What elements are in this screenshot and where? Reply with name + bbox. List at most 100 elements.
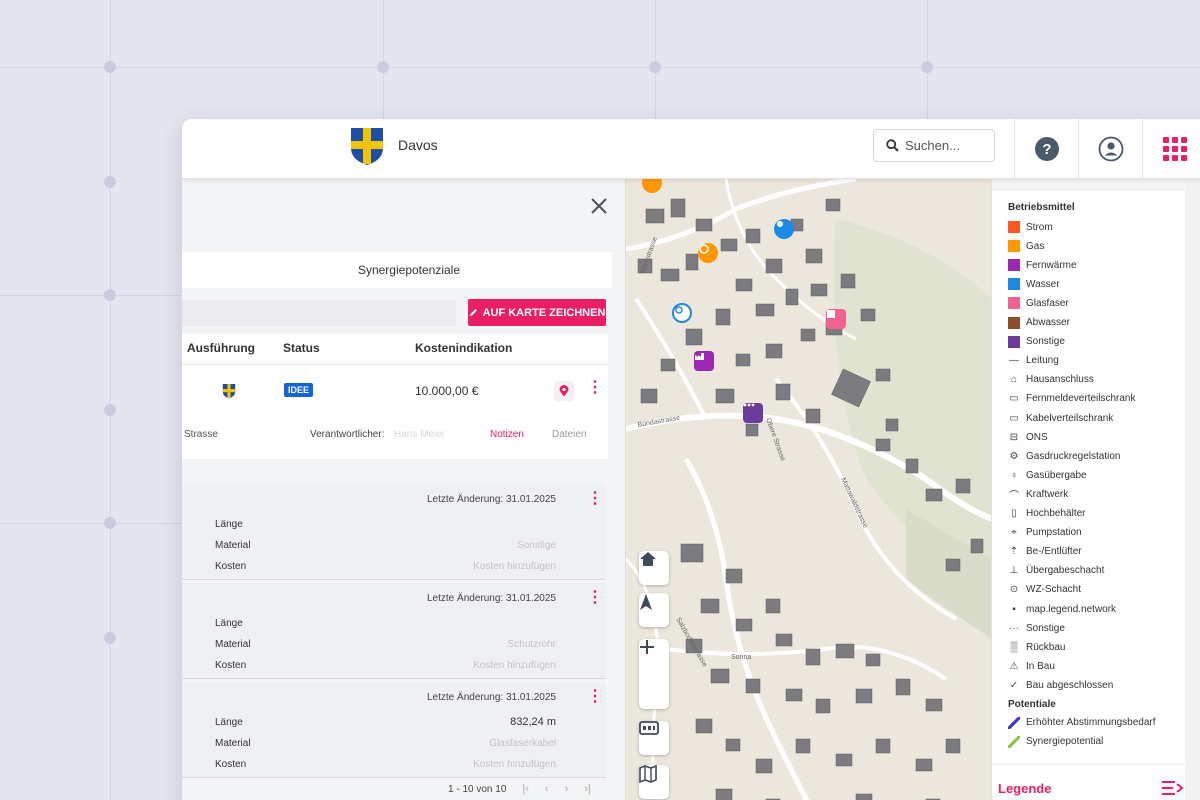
more-options-icon[interactable]: ⋮ bbox=[587, 689, 603, 705]
list-item[interactable]: Letzte Änderung: 31.01.2025 ⋮ Länge Mate… bbox=[182, 583, 606, 679]
prev-page-icon[interactable]: ‹ bbox=[545, 783, 549, 795]
cost-label: Kosten bbox=[215, 759, 247, 770]
table-row[interactable]: IDEE 10.000,00 € ⋮ Strasse Verantwortlic… bbox=[182, 364, 608, 459]
close-panel-button[interactable] bbox=[590, 193, 608, 219]
water-station-poi-icon[interactable] bbox=[672, 303, 692, 323]
legend-item: Erhöhter Abstimmungsbedarf bbox=[1008, 715, 1156, 731]
column-header-ausfuehrung[interactable]: Ausführung bbox=[187, 341, 255, 355]
material-value: Glasfaserkabel bbox=[489, 738, 556, 749]
legend-item-label: Sonstige bbox=[1026, 622, 1065, 634]
grid-dot bbox=[104, 404, 116, 416]
fernwaerme-poi-icon[interactable] bbox=[694, 351, 714, 371]
cost-value: 10.000,00 € bbox=[415, 384, 479, 398]
legend-item-label: Be-/Entlüfter bbox=[1026, 546, 1082, 558]
search-icon bbox=[886, 139, 899, 152]
construction-icon: ⚠ bbox=[1009, 660, 1019, 672]
first-page-icon[interactable]: |‹ bbox=[522, 783, 529, 795]
gas-poi-icon[interactable] bbox=[698, 243, 718, 263]
legend-item: Wasser bbox=[1008, 276, 1060, 292]
legend-item: Fernwärme bbox=[1008, 257, 1077, 273]
davos-crest-icon bbox=[222, 384, 236, 399]
legend-panel: Betriebsmittel Strom Gas Fernwärme Wasser Gl… bbox=[991, 179, 1186, 800]
map-icon bbox=[639, 765, 657, 783]
water-poi-icon[interactable] bbox=[774, 219, 794, 239]
basemap-button[interactable] bbox=[639, 765, 669, 799]
legend-item: ✓ Bau abgeschlossen bbox=[1008, 677, 1114, 693]
list-item[interactable]: Letzte Änderung: 31.01.2025 ⋮ Länge Mate… bbox=[182, 484, 606, 580]
compass-button[interactable] bbox=[639, 593, 669, 627]
street-label: Sonna bbox=[731, 654, 751, 661]
more-options-icon[interactable]: ⋮ bbox=[587, 491, 603, 507]
davos-crest-icon bbox=[351, 128, 383, 165]
files-link[interactable]: Dateien bbox=[552, 429, 586, 440]
add-cost-link[interactable]: Kosten hinzufügen bbox=[473, 759, 556, 770]
help-button[interactable]: ? bbox=[1014, 119, 1078, 179]
legend-item-label: Leitung bbox=[1026, 355, 1059, 367]
legend-item: ▒ Rückbau bbox=[1008, 639, 1065, 655]
grid-dot bbox=[104, 176, 116, 188]
locate-on-map-button[interactable] bbox=[554, 381, 574, 401]
draw-on-map-button[interactable]: AUF KARTE ZEICHNEN bbox=[468, 299, 606, 326]
legend-section-potentiale: Potentiale bbox=[1008, 698, 1056, 710]
legend-item-label: Gasdruckregelstation bbox=[1026, 450, 1121, 462]
line-icon: — bbox=[1009, 355, 1019, 367]
material-label: Material bbox=[215, 738, 251, 749]
search-input[interactable]: Suchen... bbox=[873, 129, 995, 162]
legend-item: ⚠ In Bau bbox=[1008, 658, 1055, 674]
legend-item-label: Hochbehälter bbox=[1026, 508, 1086, 519]
vent-icon: ⇡ bbox=[1009, 546, 1019, 558]
more-options-icon[interactable]: ⋮ bbox=[587, 590, 603, 606]
location-text: Strasse bbox=[184, 429, 218, 440]
add-cost-link[interactable]: Kosten hinzufügen bbox=[473, 561, 556, 572]
close-icon bbox=[591, 198, 607, 214]
legend-section-betriebsmittel: Betriebsmittel bbox=[1008, 202, 1075, 213]
cost-label: Kosten bbox=[215, 660, 247, 671]
apps-menu-button[interactable] bbox=[1142, 119, 1200, 179]
cost-label: Kosten bbox=[215, 561, 247, 572]
filter-input[interactable] bbox=[182, 300, 456, 326]
legend-item: Glasfaser bbox=[1008, 295, 1069, 311]
glasfaser-poi-icon[interactable] bbox=[826, 309, 846, 329]
material-value: Schutzrohr bbox=[507, 639, 556, 650]
more-options-icon[interactable]: ⋮ bbox=[587, 380, 603, 396]
account-button[interactable] bbox=[1078, 119, 1142, 179]
legend-item-label: WZ-Schacht bbox=[1026, 584, 1082, 596]
notes-link[interactable]: Notizen bbox=[490, 429, 524, 440]
legend-item: Gas bbox=[1008, 238, 1044, 254]
legend-item: ♁ Gasübergabe bbox=[1008, 467, 1086, 483]
legend-item: ⇡ Be-/Entlüfter bbox=[1008, 544, 1082, 560]
legend-item-label: Rückbau bbox=[1026, 641, 1066, 653]
column-header-status[interactable]: Status bbox=[283, 341, 320, 355]
legend-toggle[interactable]: Legende bbox=[992, 764, 1186, 800]
last-modified-date: Letzte Änderung: 31.01.2025 bbox=[427, 494, 556, 505]
legend-item-label: Kraftwerk bbox=[1026, 488, 1069, 500]
legend-item: ⚙ Gasdruckregelstation bbox=[1008, 448, 1121, 464]
last-page-icon[interactable]: ›| bbox=[584, 783, 591, 795]
table-header: Ausführung Status Kostenindikation bbox=[182, 334, 608, 364]
grid-dot bbox=[921, 61, 933, 73]
home-view-button[interactable] bbox=[639, 551, 669, 585]
add-cost-link[interactable]: Kosten hinzufügen bbox=[473, 660, 556, 671]
layer-toggle-button[interactable] bbox=[639, 721, 669, 755]
list-item[interactable]: Letzte Änderung: 31.01.2025 ⋮ Länge Mate… bbox=[182, 682, 606, 778]
sonstige-poi-icon[interactable] bbox=[743, 403, 763, 423]
tab-synergiepotenziale[interactable]: Synergiepotenziale bbox=[182, 252, 612, 288]
legend-item: ⊥ Übergabeschacht bbox=[1008, 563, 1105, 579]
material-label: Material bbox=[215, 639, 251, 650]
layers-icon bbox=[639, 721, 659, 735]
legend-swatch bbox=[1008, 221, 1020, 233]
map-view[interactable]: Kirchstrasse Obere Strasse Bündastrasse … bbox=[626, 179, 992, 800]
column-header-kostenindikation[interactable]: Kostenindikation bbox=[415, 341, 512, 355]
last-modified-date: Letzte Änderung: 31.01.2025 bbox=[427, 692, 556, 703]
legend-item-label: Fernwärme bbox=[1026, 259, 1077, 271]
responsible-label: Verantwortlicher: bbox=[310, 429, 385, 440]
length-label: Länge bbox=[215, 717, 243, 728]
collapse-legend-icon[interactable] bbox=[1162, 779, 1184, 797]
legend-item: ⌂ Hausanschluss bbox=[1008, 372, 1094, 388]
legend-item-label: Wasser bbox=[1026, 278, 1060, 290]
responsible-value: Hans Meier bbox=[394, 429, 446, 440]
next-page-icon[interactable]: › bbox=[565, 783, 569, 795]
legend-item-label: Bau abgeschlossen bbox=[1026, 679, 1114, 691]
zoom-control bbox=[639, 639, 669, 709]
grid-dot bbox=[104, 289, 116, 301]
